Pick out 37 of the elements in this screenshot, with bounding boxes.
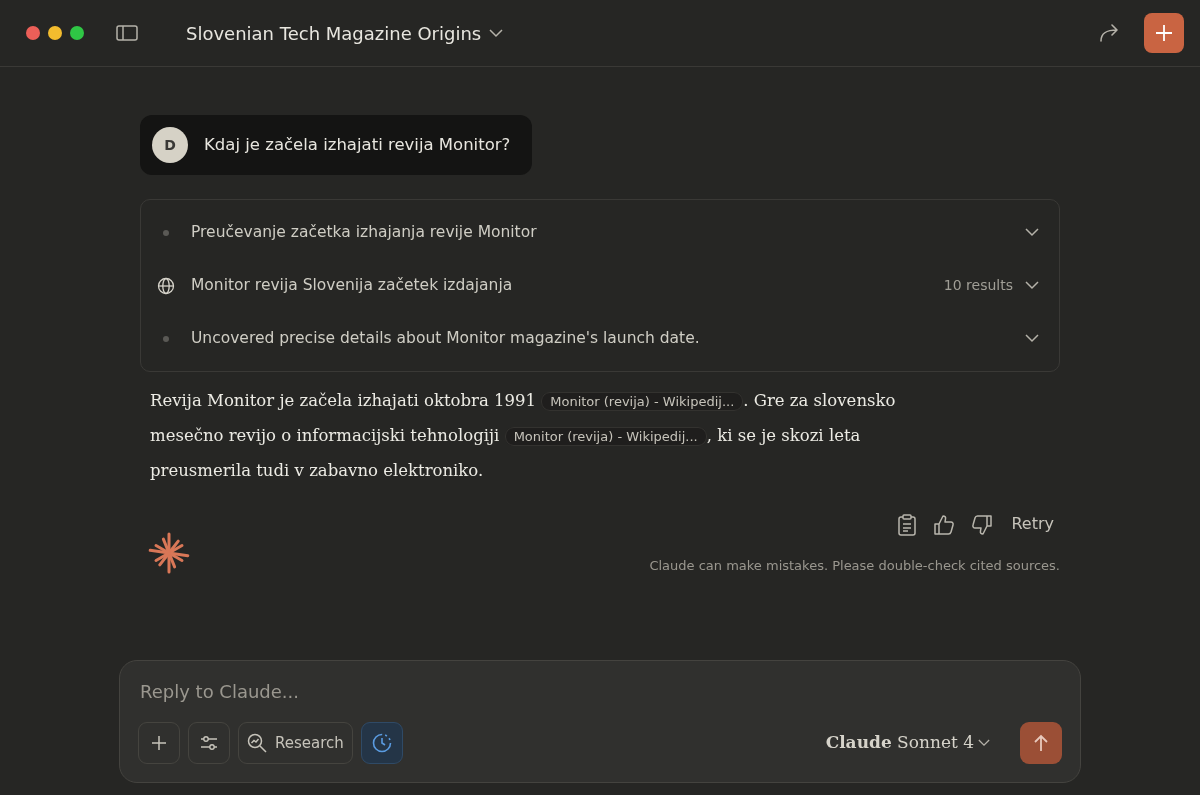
sidebar-toggle-icon[interactable] xyxy=(116,25,138,41)
step-text: Preučevanje začetka izhajanja revije Monitor xyxy=(191,221,537,243)
add-button[interactable] xyxy=(138,722,180,764)
message-text: Kdaj je začela izhajati revija Monitor? xyxy=(204,133,511,156)
step-dot-icon xyxy=(163,335,169,342)
minimize-window-icon[interactable] xyxy=(48,26,62,40)
result-count: 10 results xyxy=(943,276,1013,295)
model-selector[interactable]: Claude Sonnet 4 xyxy=(819,729,996,757)
disclaimer-text: Claude can make mistakes. Please double-check cited sources. xyxy=(649,557,1060,575)
maximize-window-icon[interactable] xyxy=(70,26,84,40)
sparkle-logo-icon xyxy=(148,532,190,574)
citation-link[interactable]: Monitor (revija) - Wikipedij... xyxy=(541,392,744,411)
chat-title-dropdown[interactable]: Slovenian Tech Magazine Origins xyxy=(186,19,504,47)
chevron-down-icon[interactable] xyxy=(489,28,504,38)
globe-icon xyxy=(157,276,175,295)
arrow-up-icon[interactable] xyxy=(1033,734,1049,752)
share-icon[interactable] xyxy=(1098,24,1120,42)
step-dot-icon xyxy=(163,229,169,236)
clock-icon[interactable] xyxy=(370,732,393,754)
user-avatar: D xyxy=(152,127,188,163)
tools-settings-button[interactable] xyxy=(188,722,230,764)
new-chat-button[interactable] xyxy=(1144,13,1184,53)
citation-link[interactable]: Monitor (revija) - Wikipedij... xyxy=(504,427,707,446)
extended-thinking-toggle[interactable] xyxy=(360,722,403,764)
step-text: Uncovered precise details about Monitor magazine's launch date. xyxy=(191,327,700,349)
reply-input-box[interactable]: Reply to Claude... Research Claude Sonnet 4 xyxy=(119,660,1081,783)
chevron-down-icon[interactable] xyxy=(978,739,990,747)
sliders-icon[interactable] xyxy=(200,735,218,751)
answer-paragraph: Revija Monitor je začela izhajati oktobra 1991 Monitor (revija) - Wikipedij... . Gre za slovensko mesečno revijo o informacijski tehnologiji Monitor (revija) - Wikipedij... , ki se je skozi leta preusmerila tudi v zabavno elektroniko. xyxy=(149,390,897,482)
magnifier-chart-icon[interactable] xyxy=(247,733,267,753)
reply-input-field[interactable]: Reply to Claude... xyxy=(138,677,1062,706)
step-text: Monitor revija Slovenija začetek izdajanja xyxy=(191,274,513,296)
research-button[interactable]: Research xyxy=(238,722,353,764)
plus-icon[interactable] xyxy=(151,735,167,751)
close-window-icon[interactable] xyxy=(26,26,40,40)
send-button[interactable] xyxy=(1020,722,1062,764)
retry-button[interactable]: Retry xyxy=(1005,511,1060,537)
